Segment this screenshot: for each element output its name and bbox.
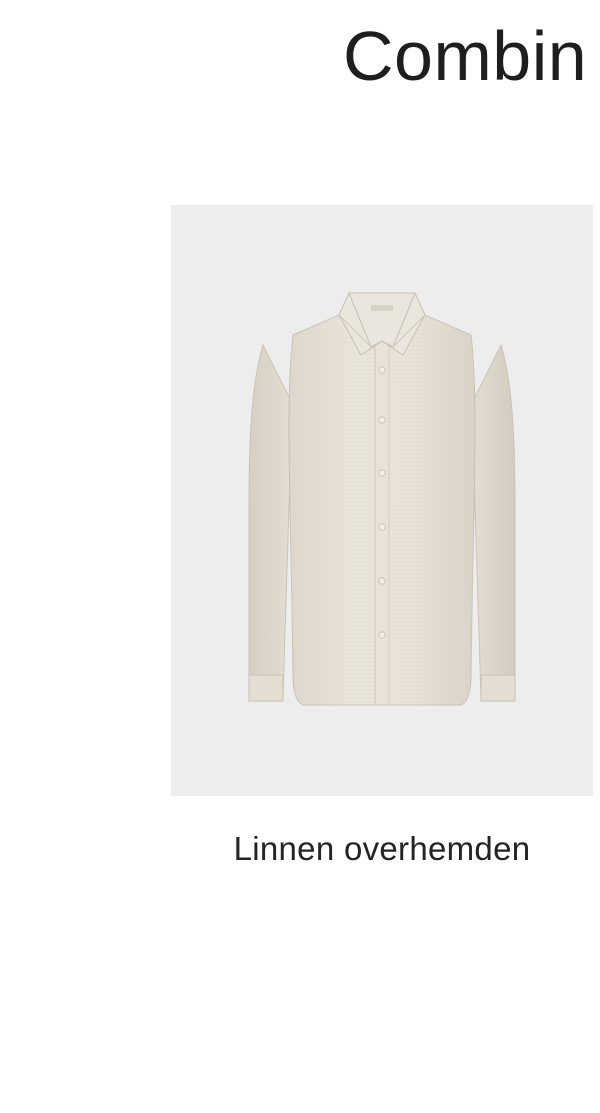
product-image[interactable] (171, 205, 593, 796)
linen-shirt-icon (248, 292, 516, 706)
product-card-linen-shirts[interactable]: Linnen overhemden (171, 205, 593, 885)
section-heading: Combin (343, 17, 588, 95)
product-label[interactable]: Linnen overhemden (171, 829, 593, 869)
